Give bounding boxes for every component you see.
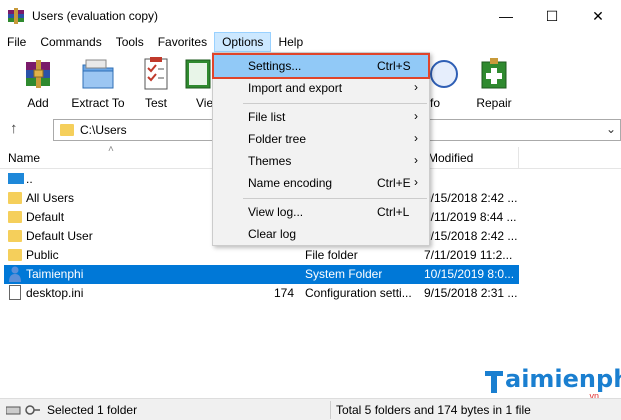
submenu-arrow-icon: › [414, 153, 418, 167]
repair-kit-icon [476, 56, 512, 92]
name-encoding-label: Name encoding [248, 176, 333, 190]
up-arrow-icon[interactable]: ↑ [10, 120, 18, 137]
menu-item-clear-log[interactable]: Clear log [214, 223, 428, 245]
file-modified: 7/11/2019 8:44 ... [424, 210, 517, 224]
menu-bar: File Commands Tools Favorites Options He… [0, 32, 621, 52]
sort-up-icon: ˄ [108, 144, 114, 155]
themes-label: Themes [248, 154, 292, 168]
up-folder-icon [8, 173, 24, 184]
info-label: fo [430, 96, 441, 110]
file-list-label: File list [248, 110, 286, 124]
info-button[interactable]: fo [430, 56, 462, 114]
extract-folder-icon [80, 56, 116, 92]
menu-item-name-encoding[interactable]: Name encoding Ctrl+E › [214, 172, 428, 194]
file-name: Public [26, 248, 59, 262]
file-type: System Folder [305, 267, 383, 281]
list-item[interactable]: Public File folder 7/11/2019 11:2... [4, 246, 519, 265]
user-folder-icon [9, 266, 21, 282]
file-type: Configuration setti... [305, 286, 412, 300]
status-bar: Selected 1 folder Total 5 folders and 17… [0, 398, 621, 420]
file-type: File folder [305, 248, 358, 262]
menu-favorites[interactable]: Favorites [151, 32, 214, 52]
menu-help[interactable]: Help [271, 32, 310, 52]
menu-item-settings[interactable]: Settings... Ctrl+S [212, 53, 430, 79]
menu-separator [243, 103, 427, 104]
menu-item-themes[interactable]: Themes › [214, 150, 428, 172]
file-modified: 10/15/2019 8:0... [424, 267, 515, 281]
file-modified: 7/11/2019 11:2... [424, 248, 513, 262]
list-item-selected[interactable]: Taimienphi System Folder 10/15/2019 8:0.… [4, 265, 519, 284]
extract-to-button[interactable]: Extract To [66, 56, 130, 114]
view-log-label: View log... [248, 205, 304, 219]
view-label: Vie [196, 96, 214, 110]
title-bar: Users (evaluation copy) — ☐ ✕ [0, 0, 621, 32]
menu-options[interactable]: Options [214, 32, 272, 52]
status-total: Total 5 folders and 174 bytes in 1 file [336, 403, 531, 417]
menu-item-import-export[interactable]: Import and export › [214, 77, 428, 99]
watermark-text: aimienphi [505, 365, 621, 393]
folder-icon [8, 192, 22, 204]
submenu-arrow-icon: › [414, 109, 418, 123]
menu-tools[interactable]: Tools [109, 32, 151, 52]
test-checklist-icon [138, 56, 174, 92]
menu-item-view-log[interactable]: View log... Ctrl+L [214, 201, 428, 223]
extract-to-label: Extract To [71, 96, 125, 110]
list-item[interactable]: desktop.ini 174 Configuration setti... 9… [4, 284, 519, 303]
add-button[interactable]: Add [6, 56, 70, 114]
file-name: Default User [26, 229, 93, 243]
file-size: 174 [274, 286, 295, 300]
settings-label: Settings... [248, 59, 302, 73]
maximize-button[interactable]: ☐ [529, 0, 575, 32]
add-archive-icon [20, 56, 56, 92]
drive-key-icon [5, 404, 40, 416]
status-selection: Selected 1 folder [47, 403, 138, 417]
file-modified: 9/15/2018 2:42 ... [424, 229, 518, 243]
folder-icon [8, 249, 22, 261]
repair-label: Repair [476, 96, 512, 110]
folder-icon [8, 211, 22, 223]
window-title: Users (evaluation copy) [32, 9, 159, 23]
settings-shortcut: Ctrl+S [377, 59, 411, 73]
folder-icon [60, 124, 74, 136]
view-log-shortcut: Ctrl+L [377, 205, 410, 219]
column-modified[interactable]: Modified [428, 151, 473, 165]
menu-item-folder-tree[interactable]: Folder tree › [214, 128, 428, 150]
submenu-arrow-icon: › [414, 80, 418, 94]
winrar-app-icon [8, 8, 24, 24]
file-name: .. [26, 172, 33, 186]
repair-button[interactable]: Repair [462, 56, 526, 114]
menu-separator [243, 198, 427, 199]
import-export-label: Import and export [248, 81, 343, 95]
submenu-arrow-icon: › [414, 175, 418, 189]
view-book-icon [178, 56, 214, 92]
watermark-t-icon [485, 371, 503, 393]
address-path: C:\Users [80, 123, 127, 137]
submenu-arrow-icon: › [414, 131, 418, 145]
info-icon [430, 56, 462, 92]
view-button[interactable]: Vie [176, 56, 216, 114]
name-encoding-shortcut: Ctrl+E [377, 176, 411, 190]
minimize-button[interactable]: — [483, 0, 529, 32]
file-name: Default [26, 210, 65, 224]
menu-item-file-list[interactable]: File list › [214, 106, 428, 128]
file-modified: 9/15/2018 2:31 ... [424, 286, 518, 300]
file-name: desktop.ini [26, 286, 84, 300]
add-label: Add [27, 96, 49, 110]
options-menu: Settings... Ctrl+S Import and export › F… [212, 52, 430, 246]
file-name: Taimienphi [26, 267, 84, 281]
file-modified: 9/15/2018 2:42 ... [424, 191, 518, 205]
clear-log-label: Clear log [248, 227, 297, 241]
file-name: All Users [26, 191, 75, 205]
chevron-down-icon[interactable]: ⌄ [606, 122, 616, 136]
menu-file[interactable]: File [0, 32, 33, 52]
close-button[interactable]: ✕ [575, 0, 621, 32]
folder-icon [8, 230, 22, 242]
column-name[interactable]: Name [8, 151, 40, 165]
menu-commands[interactable]: Commands [33, 32, 108, 52]
folder-tree-label: Folder tree [248, 132, 307, 146]
ini-file-icon [9, 285, 21, 300]
